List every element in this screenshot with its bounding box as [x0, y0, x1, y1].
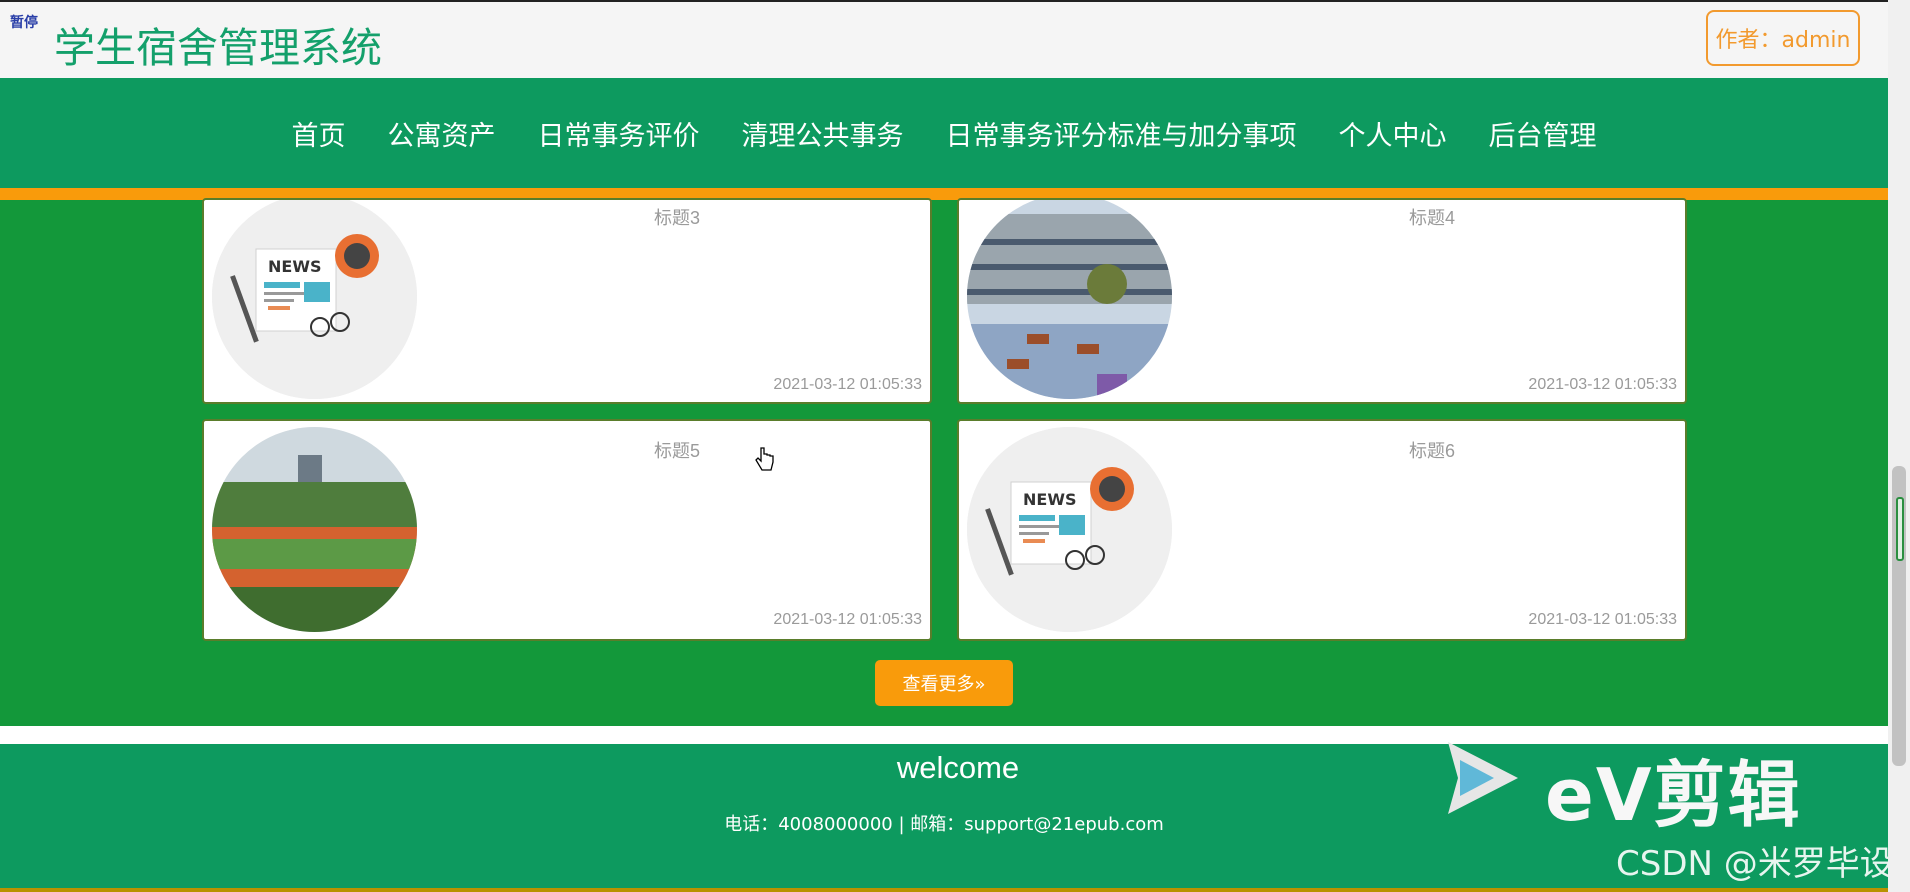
news-card[interactable]: 标题5 2021-03-12 01:05:33: [202, 419, 932, 641]
news-illustration-image: NEWS: [212, 200, 417, 399]
pause-tag: 暂停: [10, 15, 38, 31]
nav-item-home[interactable]: 首页: [292, 114, 346, 153]
nav-item-public-cleaning[interactable]: 清理公共事务: [742, 114, 904, 153]
nav-item-scoring-standards[interactable]: 日常事务评分标准与加分事项: [946, 114, 1297, 153]
csdn-watermark: CSDN @米罗毕设: [1616, 844, 1894, 884]
svg-text:NEWS: NEWS: [268, 257, 322, 276]
news-section: NEWS 标题3 2021-03-12 01:05:33 标题4 2021-03…: [0, 198, 1888, 726]
hand-cursor-icon: [755, 447, 774, 471]
site-title: 学生宿舍管理系统: [54, 24, 382, 72]
nav-item-daily-evaluation[interactable]: 日常事务评价: [538, 114, 700, 153]
main-nav: 首页 公寓资产 日常事务评价 清理公共事务 日常事务评分标准与加分事项 个人中心…: [0, 78, 1888, 200]
scroll-position-marker: [1896, 497, 1904, 561]
card-date: 2021-03-12 01:05:33: [773, 611, 922, 628]
card-title: 标题6: [1409, 441, 1456, 461]
news-illustration-image: NEWS: [967, 427, 1172, 632]
card-title: 标题4: [1409, 208, 1456, 228]
card-title: 标题3: [654, 208, 701, 228]
ev-watermark-text: eV剪辑: [1545, 753, 1802, 837]
card-date: 2021-03-12 01:05:33: [773, 376, 922, 393]
site-header: 暂停 学生宿舍管理系统 作者：admin: [0, 0, 1888, 80]
view-more-button[interactable]: 查看更多»: [875, 660, 1013, 706]
card-date: 2021-03-12 01:05:33: [1528, 376, 1677, 393]
sports-field-image: [212, 427, 417, 632]
news-card[interactable]: NEWS 标题3 2021-03-12 01:05:33: [202, 198, 932, 404]
news-card[interactable]: NEWS 标题6 2021-03-12 01:05:33: [957, 419, 1687, 641]
nav-item-apartment-assets[interactable]: 公寓资产: [388, 114, 496, 153]
page-scrollbar[interactable]: [1888, 0, 1910, 892]
news-card[interactable]: 标题4 2021-03-12 01:05:33: [957, 198, 1687, 404]
card-date: 2021-03-12 01:05:33: [1528, 611, 1677, 628]
nav-item-admin[interactable]: 后台管理: [1489, 114, 1597, 153]
card-title: 标题5: [654, 441, 701, 461]
nav-item-personal-center[interactable]: 个人中心: [1339, 114, 1447, 153]
campus-building-image: [967, 200, 1172, 399]
svg-text:NEWS: NEWS: [1023, 490, 1077, 509]
author-button[interactable]: 作者：admin: [1706, 10, 1860, 66]
